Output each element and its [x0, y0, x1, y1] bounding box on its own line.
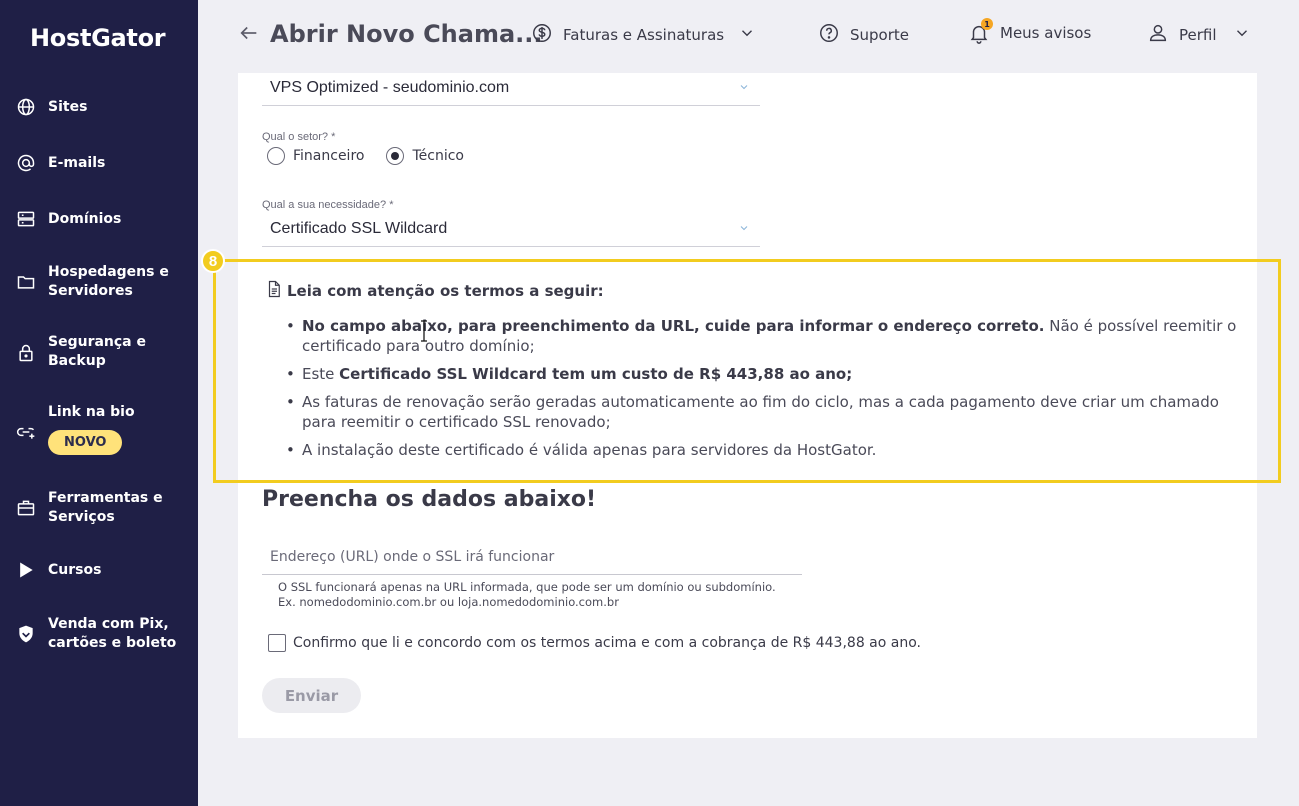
terms-item-bold: Certificado SSL Wildcard tem um custo de… — [339, 365, 853, 383]
shield-icon — [16, 624, 36, 644]
sidebar-item-emails[interactable]: E-mails — [0, 153, 198, 173]
sidebar-item-label: Segurança e Backup — [48, 334, 146, 369]
sidebar-item-courses[interactable]: Cursos — [0, 560, 198, 580]
sector-label: Qual o setor? * — [262, 131, 336, 143]
support-link[interactable]: Suporte — [818, 22, 909, 48]
sidebar-item-label: E-mails — [48, 154, 106, 171]
folder-icon — [16, 272, 36, 292]
chevron-down-icon — [738, 24, 756, 46]
notices-label: Meus avisos — [1000, 24, 1092, 42]
notices-link[interactable]: 1 Meus avisos — [968, 18, 1092, 44]
sidebar-item-label: Link na bio — [48, 404, 135, 420]
submit-button[interactable]: Enviar — [262, 678, 361, 713]
sidebar-item-payments[interactable]: Venda com Pix, cartões e boleto — [0, 614, 198, 654]
confirm-terms-label: Confirmo que li e concordo com os termos… — [293, 635, 921, 651]
sidebar-item-link-bio[interactable]: Link na bio NOVO — [0, 403, 198, 458]
chevron-down-icon — [738, 80, 750, 92]
terms-title-text: Leia com atenção os termos a seguir: — [287, 282, 604, 300]
sidebar-item-domains[interactable]: Domínios — [0, 209, 198, 229]
confirm-terms-checkbox[interactable] — [268, 634, 286, 652]
sidebar-item-label: Venda com Pix, cartões e boleto — [48, 616, 177, 651]
radio-label: Financeiro — [293, 148, 365, 164]
confirm-terms-checkbox-row[interactable]: Confirmo que li e concordo com os termos… — [268, 634, 921, 652]
terms-item-text: A instalação deste certificado é válida … — [302, 441, 877, 459]
support-label: Suporte — [850, 26, 910, 44]
url-helper-text: O SSL funcionará apenas na URL informada… — [278, 580, 776, 610]
terms-item: Este Certificado SSL Wildcard tem um cus… — [286, 364, 1247, 384]
text-cursor-icon — [420, 320, 428, 342]
radio-circle-checked[interactable] — [386, 147, 405, 165]
at-icon — [16, 153, 36, 173]
radio-financeiro[interactable]: Financeiro — [267, 147, 364, 165]
sidebar-item-sites[interactable]: Sites — [0, 97, 198, 117]
terms-item: As faturas de renovação serão geradas au… — [286, 392, 1247, 432]
radio-label: Técnico — [412, 148, 464, 164]
terms-item: No campo abaixo, para preenchimento da U… — [286, 316, 1247, 356]
billing-menu[interactable]: Faturas e Assinaturas — [531, 22, 756, 48]
radio-tecnico[interactable]: Técnico — [386, 147, 464, 165]
sidebar-item-label: Domínios — [48, 210, 122, 227]
new-badge: NOVO — [48, 430, 123, 455]
notification-count-badge: 1 — [981, 18, 993, 30]
step-marker: 8 — [201, 249, 225, 273]
sidebar: HostGator Sites E-mails Domínios Hospeda… — [0, 0, 198, 806]
lock-icon — [16, 343, 36, 363]
user-icon — [1147, 22, 1169, 48]
page-title: Abrir Novo Chama... — [270, 20, 543, 48]
profile-menu[interactable]: Perfil — [1147, 22, 1251, 48]
need-select-value: Certificado SSL Wildcard — [270, 220, 448, 237]
section-title: Preencha os dados abaixo! — [262, 487, 597, 512]
radio-circle[interactable] — [267, 147, 285, 165]
need-select[interactable]: Certificado SSL Wildcard — [262, 214, 760, 247]
helper-line: O SSL funcionará apenas na URL informada… — [278, 580, 776, 594]
back-arrow-icon[interactable] — [238, 22, 260, 44]
terms-item: A instalação deste certificado é válida … — [286, 440, 1247, 460]
document-icon — [265, 279, 283, 303]
bell-icon: 1 — [968, 18, 993, 44]
terms-item-prefix: Este — [302, 365, 340, 383]
sidebar-item-hosting[interactable]: Hospedagens e Servidores — [0, 262, 198, 302]
terms-list: No campo abaixo, para preenchimento da U… — [286, 316, 1247, 468]
sidebar-item-label: Cursos — [48, 562, 102, 578]
chevron-down-icon — [738, 221, 750, 233]
sidebar-item-label: Sites — [48, 98, 88, 115]
dollar-icon — [531, 22, 553, 48]
toolbox-icon — [16, 498, 36, 518]
globe-icon — [16, 97, 36, 117]
sidebar-item-tools[interactable]: Ferramentas e Serviços — [0, 488, 198, 528]
need-label: Qual a sua necessidade? * — [262, 199, 394, 211]
play-icon — [16, 560, 36, 580]
sidebar-item-label: Ferramentas e Serviços — [48, 490, 163, 525]
helper-line: Ex. nomedodominio.com.br ou loja.nomedod… — [278, 595, 619, 609]
chevron-down-icon — [1233, 24, 1251, 46]
sector-radio-group: Financeiro Técnico — [267, 147, 464, 165]
billing-label: Faturas e Assinaturas — [563, 26, 725, 44]
top-bar: Abrir Novo Chama... Faturas e Assinatura… — [198, 0, 1299, 70]
terms-item-bold: No campo abaixo, para preenchimento da U… — [302, 317, 1045, 335]
terms-item-text: As faturas de renovação serão geradas au… — [302, 393, 1219, 431]
help-icon — [818, 22, 840, 48]
terms-title: Leia com atenção os termos a seguir: — [265, 279, 604, 303]
brand-logo[interactable]: HostGator — [30, 24, 166, 52]
sidebar-item-security[interactable]: Segurança e Backup — [0, 332, 198, 372]
plan-select[interactable]: VPS Optimized - seudominio.com — [262, 73, 760, 106]
server-icon — [16, 209, 36, 229]
plan-select-value: VPS Optimized - seudominio.com — [270, 79, 510, 96]
link-icon — [16, 422, 36, 442]
profile-label: Perfil — [1179, 26, 1217, 44]
sidebar-item-label: Hospedagens e Servidores — [48, 264, 169, 299]
ssl-url-input[interactable] — [262, 540, 802, 575]
